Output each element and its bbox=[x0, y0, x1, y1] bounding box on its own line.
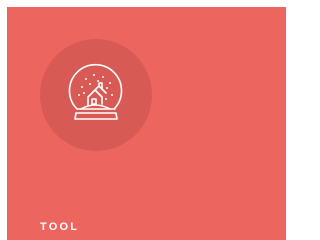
tool-card[interactable]: TOOL bbox=[7, 7, 286, 240]
snow-globe-icon bbox=[68, 64, 123, 120]
icon-badge bbox=[40, 39, 152, 151]
card-label: TOOL bbox=[40, 221, 80, 233]
